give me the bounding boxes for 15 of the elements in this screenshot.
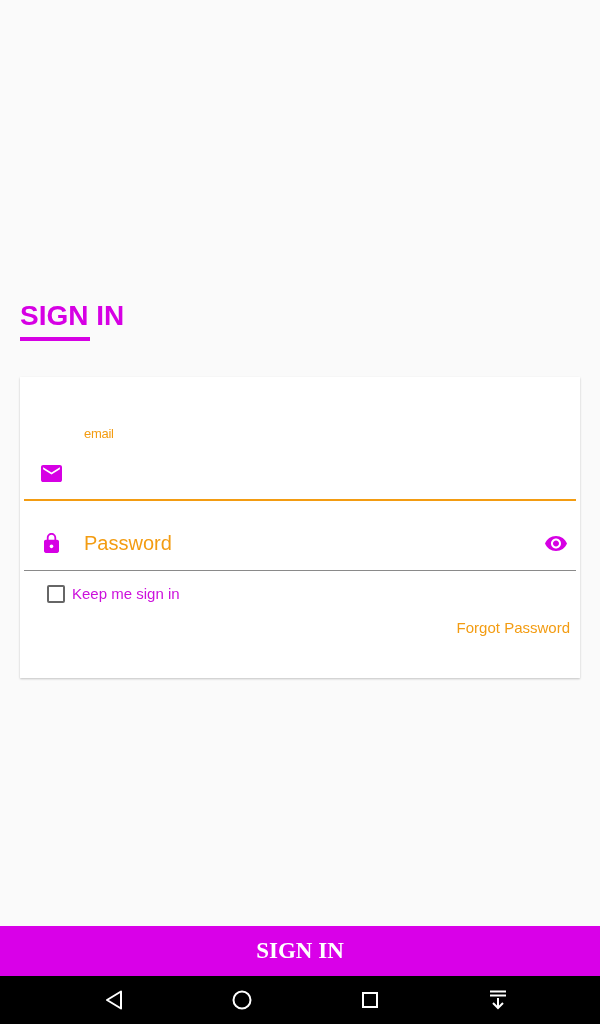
lock-icon [44,533,59,553]
page-title: SIGN IN [20,299,125,333]
recents-icon[interactable] [362,992,378,1008]
down-arrow-lines-icon[interactable] [489,990,507,1010]
eye-icon[interactable] [545,535,567,551]
email-field[interactable]: email [24,426,576,501]
title-underline [20,337,90,341]
back-icon[interactable] [105,990,123,1010]
forgot-password-link[interactable]: Forgot Password [456,619,570,637]
home-icon[interactable] [232,990,252,1010]
mail-icon [41,464,62,482]
password-field[interactable]: Password [84,519,533,567]
checkbox[interactable] [47,585,65,603]
keep-signed-in-label[interactable]: Keep me sign in [72,585,180,603]
sign-in-button[interactable]: SIGN IN [0,926,600,976]
